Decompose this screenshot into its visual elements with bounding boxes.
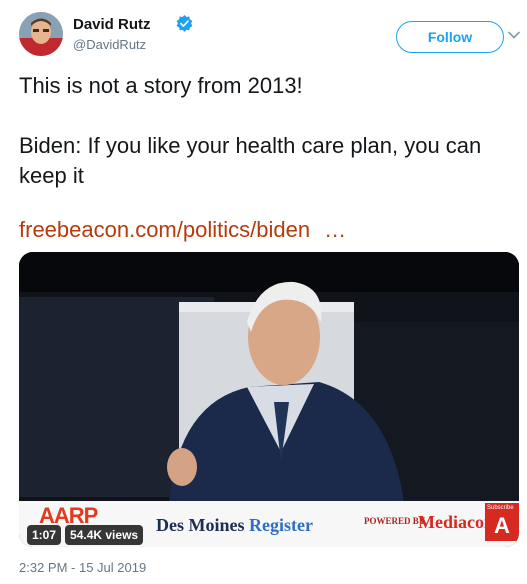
avatar[interactable] — [19, 12, 63, 56]
author-name[interactable]: David Rutz — [73, 16, 151, 33]
tweet-line-2: Biden: If you like your health care plan… — [19, 133, 482, 188]
article-link-text[interactable]: freebeacon.com/politics/biden — [19, 217, 310, 242]
video-duration: 1:07 — [27, 525, 62, 545]
video-player[interactable]: AARP Des Moines Register POWERED BY Medi… — [19, 252, 519, 547]
des-moines-register-logo: Des Moines Register — [156, 515, 313, 536]
subscribe-letter: A — [494, 513, 510, 538]
tweet-text: This is not a story from 2013! Biden: If… — [19, 71, 514, 191]
chevron-down-icon[interactable] — [507, 28, 521, 42]
article-link[interactable]: freebeacon.com/politics/biden … — [19, 217, 347, 243]
tweet-line-1: This is not a story from 2013! — [19, 73, 303, 98]
link-ellipsis: … — [324, 217, 348, 242]
dmr-part1: Des Moines — [156, 515, 249, 535]
subscribe-badge: Subscribe A — [485, 503, 519, 541]
subscribe-label: Subscribe — [487, 505, 514, 511]
tweet-timestamp[interactable]: 2:32 PM - 15 Jul 2019 — [19, 560, 146, 575]
powered-by-label: POWERED BY — [364, 516, 426, 526]
tweet-header: David Rutz @DavidRutz Follow — [19, 12, 521, 60]
video-views: 54.4K views — [65, 525, 144, 545]
follow-button[interactable]: Follow — [396, 21, 504, 53]
dmr-part2: Register — [249, 515, 313, 535]
verified-badge-icon — [176, 15, 193, 32]
video-badges: 1:07 54.4K views — [27, 525, 144, 545]
author-handle[interactable]: @DavidRutz — [73, 37, 146, 52]
